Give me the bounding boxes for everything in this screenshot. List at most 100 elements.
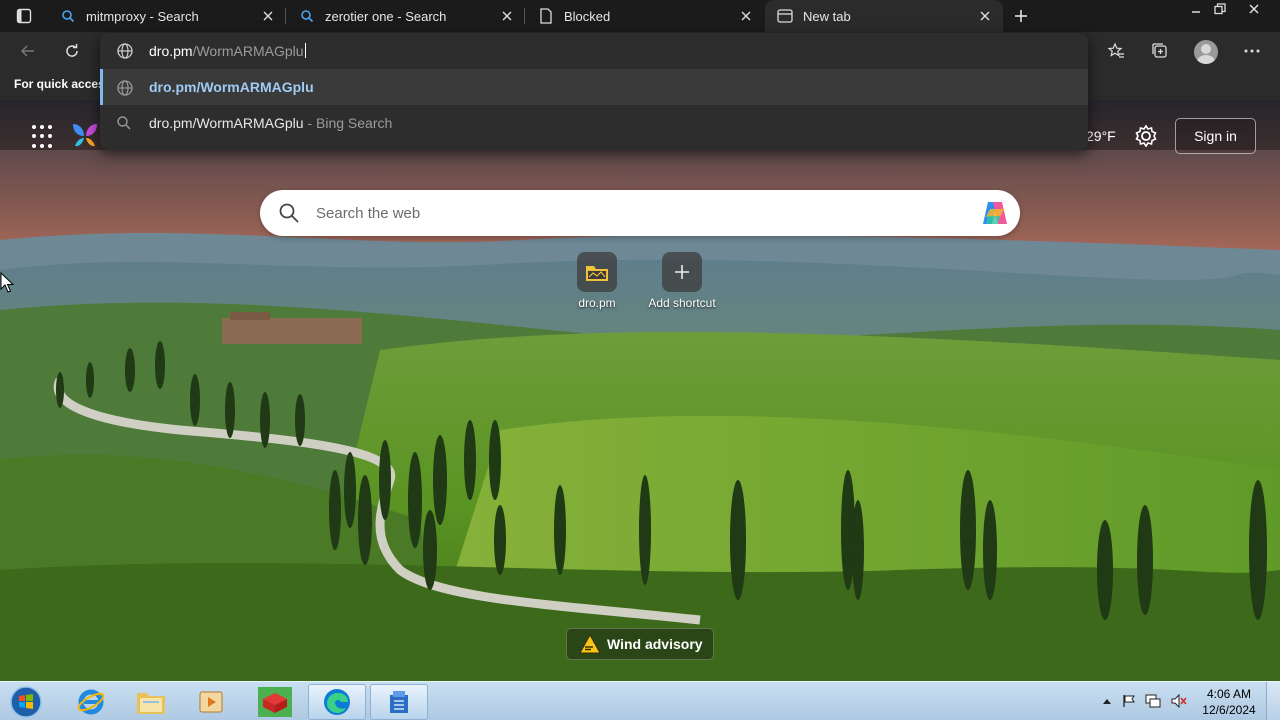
shortcut-icon-box [662,252,702,292]
network-app-icon [390,691,408,713]
taskbar-internet-explorer[interactable] [62,684,120,720]
address-bar[interactable]: dro.pm/WormARMAGplu [100,33,1088,69]
taskbar-media-player[interactable] [182,684,240,720]
shortcut-tile-dro-pm[interactable]: dro.pm [552,252,642,314]
refresh-icon [66,44,78,57]
search-placeholder: Search the web [316,205,421,222]
tab-blocked[interactable]: Blocked [526,0,764,32]
search-icon [278,202,300,229]
search-icon [299,8,315,24]
shortcut-label: Add shortcut [648,296,716,310]
microsoft-start-logo[interactable] [70,120,100,157]
new-tab-button[interactable] [1008,4,1034,28]
collections-icon [1152,43,1167,58]
favorites-button[interactable] [1102,37,1130,65]
show-hidden-icons-button[interactable] [1098,692,1116,710]
ntp-background [0,100,1280,681]
show-desktop-button[interactable] [1266,682,1280,720]
document-icon [538,8,554,24]
suggestion-engine: - Bing Search [303,115,393,131]
internet-explorer-icon [77,689,105,715]
plus-icon [1015,10,1027,22]
address-bar-text[interactable]: dro.pm/WormARMAGplu [149,43,306,59]
collections-button[interactable] [1146,37,1174,65]
weather-advisory-button[interactable]: Wind advisory [566,628,714,660]
settings-more-button[interactable] [1238,37,1266,65]
shortcut-label: dro.pm [578,296,616,310]
tab-strip: mitmproxy - Search zerotier one - Search… [0,0,1280,32]
restore-icon [1214,3,1226,15]
media-player-icon [199,691,223,713]
folder-icon [137,693,165,714]
text-caret [304,43,306,58]
gear-icon [1135,124,1157,148]
close-window-button[interactable] [1240,0,1268,18]
mouse-cursor-icon [0,272,14,293]
shortcut-icon-box [577,252,617,292]
add-shortcut-button[interactable]: Add shortcut [637,252,727,314]
page-settings-button[interactable] [1133,123,1159,149]
globe-icon [116,42,134,65]
network-status[interactable] [1144,692,1162,710]
copilot-button[interactable] [980,199,1010,232]
close-tab-icon[interactable] [977,8,993,24]
taskbar-file-explorer[interactable] [122,684,180,720]
url-path: /WormARMAGplu [192,43,304,59]
star-list-icon [1107,42,1124,58]
back-button[interactable] [14,37,42,65]
close-tab-icon[interactable] [260,8,276,24]
advisory-label: Wind advisory [607,636,703,652]
clock-date: 12/6/2024 [1202,703,1256,717]
edge-browser-icon [324,689,350,715]
chevron-up-icon [1103,699,1111,704]
tab-actions-menu-button[interactable] [8,5,40,27]
tab-title: New tab [803,8,851,24]
landscape-image [0,100,1280,681]
new-tab-icon [777,8,793,24]
suggestion-label: dro.pm/WormARMAGplu - Bing Search [149,115,392,131]
globe-icon [116,79,134,100]
tab-actions-icon [16,8,32,24]
web-search-box[interactable]: Search the web [260,190,1020,236]
plus-icon [675,265,689,279]
url-host: dro.pm [149,43,193,59]
close-tab-icon[interactable] [499,8,515,24]
favorites-bar-hint: For quick access [14,77,100,91]
red-box-app-icon [258,687,292,717]
taskbar-network-app[interactable] [370,684,428,720]
close-tab-icon[interactable] [738,8,754,24]
apps-launcher-button[interactable] [32,125,56,149]
volume-control[interactable] [1170,692,1188,710]
windows-taskbar: 4:06 AM 12/6/2024 [0,681,1280,720]
windows-logo-icon [10,686,42,718]
tab-title: mitmproxy - Search [86,8,199,24]
clock-time: 4:06 AM [1206,687,1252,701]
search-icon [116,115,132,134]
restore-button[interactable] [1206,0,1234,18]
minimize-icon [1192,11,1200,13]
flag-icon [1123,695,1135,707]
close-icon [1249,4,1259,14]
action-center-flag[interactable] [1120,692,1138,710]
suggestion-query: dro.pm/WormARMAGplu [149,115,304,131]
refresh-button[interactable] [58,37,86,65]
start-button[interactable] [8,685,44,719]
suggestion-search[interactable]: dro.pm/WormARMAGplu - Bing Search [100,105,1088,141]
weather-temperature[interactable]: 29°F [1086,128,1116,144]
sign-in-button[interactable]: Sign in [1175,118,1256,154]
more-dots-icon [1244,49,1260,53]
speaker-muted-icon [1171,694,1187,708]
tab-title: zerotier one - Search [325,8,447,24]
tab-new-tab[interactable]: New tab [765,0,1003,32]
suggestion-url[interactable]: dro.pm/WormARMAGplu [100,69,1088,105]
back-arrow-icon [20,45,34,57]
copilot-icon [983,202,1007,224]
taskbar-edge[interactable] [308,684,366,720]
taskbar-clock[interactable]: 4:06 AM 12/6/2024 [1196,686,1262,718]
taskbar-app-red[interactable] [246,684,304,720]
tab-mitmproxy[interactable]: mitmproxy - Search [48,0,286,32]
profile-avatar[interactable] [1194,40,1218,64]
address-bar-dropdown: dro.pm/WormARMAGplu dro.pm/WormARMAGplu … [100,33,1088,150]
tab-zerotier[interactable]: zerotier one - Search [287,0,525,32]
folder-icon [586,266,608,281]
